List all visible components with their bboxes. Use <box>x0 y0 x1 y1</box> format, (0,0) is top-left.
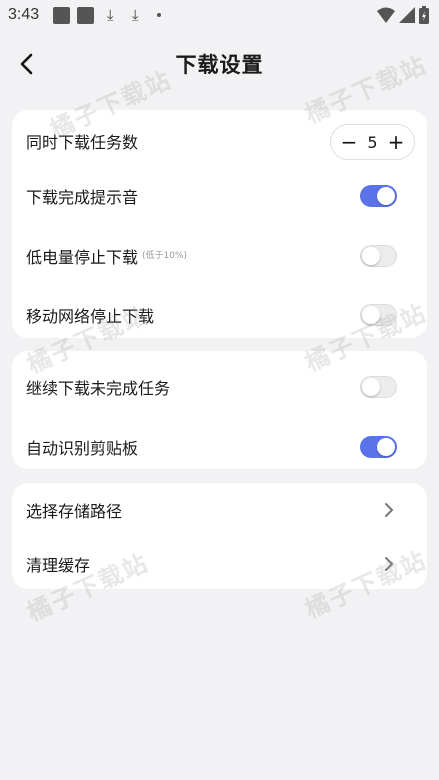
setting-label: 低电量停止下载 <box>26 248 139 267</box>
concurrent-tasks-stepper: − 5 + <box>330 124 415 160</box>
completion-sound-toggle[interactable] <box>360 185 397 207</box>
setting-label: 移动网络停止下载 <box>26 307 155 326</box>
setting-row-completion-sound: 下载完成提示音 <box>12 171 427 221</box>
setting-row-clear-cache[interactable]: 清理缓存 <box>12 539 427 589</box>
setting-row-clipboard: 自动识别剪贴板 <box>12 422 427 472</box>
toggle-knob <box>377 187 395 205</box>
setting-note: (低于10%) <box>142 250 188 261</box>
download-icon: ⤓ <box>106 6 114 24</box>
setting-row-storage-path[interactable]: 选择存储路径 <box>12 485 427 535</box>
increase-button[interactable]: + <box>386 132 406 152</box>
setting-row-low-battery: 低电量停止下载 (低于10%) <box>12 231 427 281</box>
setting-row-resume-tasks: 继续下载未完成任务 <box>12 362 427 412</box>
settings-card-tasks: 继续下载未完成任务 自动识别剪贴板 <box>12 351 427 469</box>
notification-icon <box>77 6 95 24</box>
wifi-icon <box>377 7 395 23</box>
header: 下载设置 <box>0 40 439 88</box>
setting-label: 同时下载任务数 <box>26 133 139 152</box>
battery-icon <box>419 6 429 24</box>
toggle-knob <box>377 438 395 456</box>
back-arrow-icon[interactable] <box>14 50 42 78</box>
download-icon: ⤓ <box>131 6 139 24</box>
setting-row-mobile-network: 移动网络停止下载 <box>12 290 427 340</box>
page-title: 下载设置 <box>175 53 264 77</box>
toggle-knob <box>362 247 380 265</box>
resume-tasks-toggle[interactable] <box>360 376 397 398</box>
notification-icon <box>53 6 71 24</box>
settings-card-general: 同时下载任务数 − 5 + 下载完成提示音 低电量停止下载 (低于10%) 移动… <box>12 110 427 338</box>
setting-label: 选择存储路径 <box>26 502 123 521</box>
status-bar: 3:43 ⤓ ⤓ <box>0 0 439 30</box>
setting-label: 清理缓存 <box>26 556 91 575</box>
clipboard-toggle[interactable] <box>360 436 397 458</box>
settings-card-storage: 选择存储路径 清理缓存 <box>12 483 427 589</box>
decrease-button[interactable]: − <box>339 132 359 152</box>
low-battery-toggle[interactable] <box>360 245 397 267</box>
stepper-value: 5 <box>367 132 378 152</box>
chevron-right-icon <box>385 557 393 571</box>
setting-label: 自动识别剪贴板 <box>26 439 139 458</box>
status-icons <box>377 6 429 24</box>
chevron-right-icon <box>385 503 393 517</box>
setting-label: 继续下载未完成任务 <box>26 379 171 398</box>
setting-label: 下载完成提示音 <box>26 188 139 207</box>
mobile-network-toggle[interactable] <box>360 304 397 326</box>
toggle-knob <box>362 378 380 396</box>
more-notifications-icon <box>157 13 162 17</box>
toggle-knob <box>362 306 380 324</box>
setting-row-concurrent-tasks: 同时下载任务数 − 5 + <box>12 116 427 166</box>
status-time: 3:43 <box>8 6 40 23</box>
signal-icon <box>399 7 415 23</box>
